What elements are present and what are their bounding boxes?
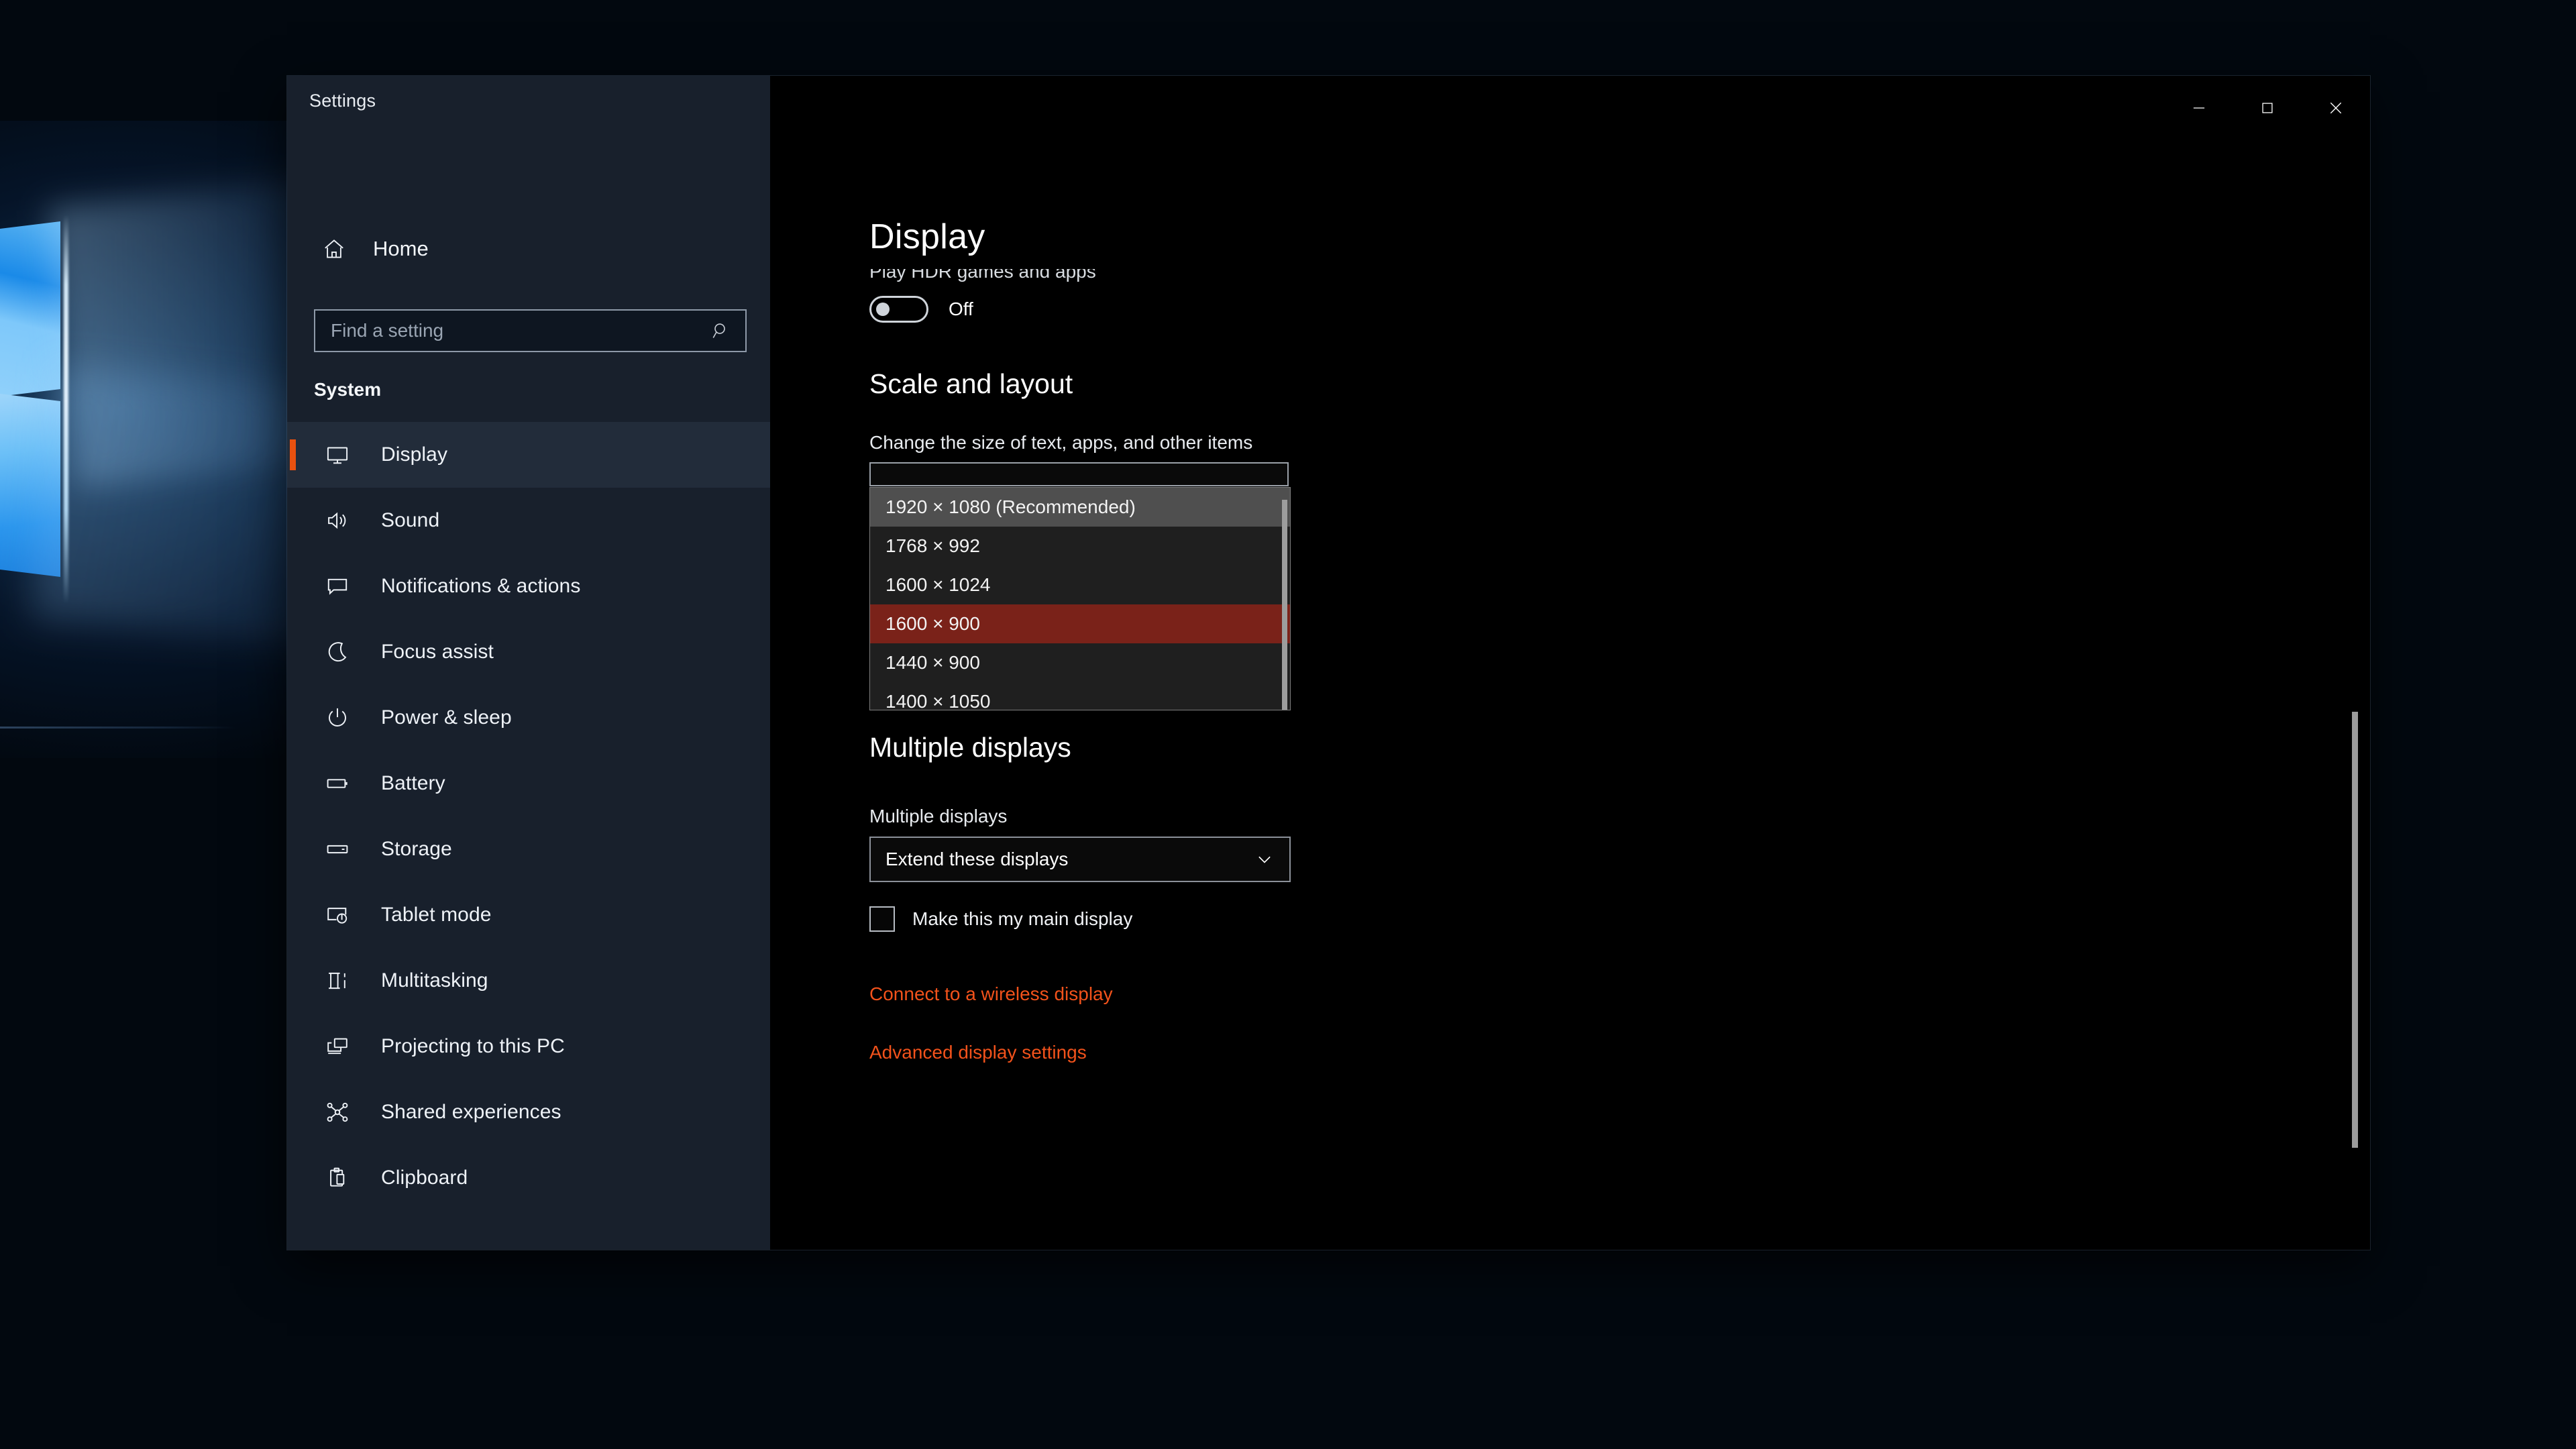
drive-icon [323, 835, 352, 863]
sidebar-item-label: Sound [381, 509, 440, 531]
resolution-option[interactable]: 1440 × 900 [870, 643, 1290, 682]
sidebar-item-label: Multitasking [381, 969, 488, 991]
speaker-icon [323, 506, 352, 535]
resolution-options: 1920 × 1080 (Recommended) 1768 × 992 160… [870, 488, 1290, 710]
sidebar-category-title: System [314, 379, 382, 400]
sidebar-item-home[interactable]: Home [297, 225, 759, 273]
monitor-icon [323, 441, 352, 469]
sidebar-home-label: Home [373, 237, 429, 260]
resolution-field-label: Change the size of text, apps, and other… [869, 432, 1253, 453]
sidebar-item-label: Notifications & actions [381, 575, 581, 597]
sidebar-item-notifications-actions[interactable]: Notifications & actions [287, 553, 770, 619]
power-icon [323, 704, 352, 732]
desktop-horizon-line [0, 727, 236, 729]
sidebar-item-clipboard[interactable]: Clipboard [287, 1145, 770, 1211]
make-main-display-row[interactable]: Make this my main display [869, 906, 1132, 932]
moon-icon [323, 638, 352, 666]
scale-and-layout-heading: Scale and layout [869, 368, 1073, 399]
sidebar-item-label: Tablet mode [381, 904, 492, 926]
maximize-button[interactable] [2233, 76, 2302, 140]
sidebar-item-label: Projecting to this PC [381, 1035, 565, 1057]
sidebar-item-label: Shared experiences [381, 1101, 561, 1123]
toggle-knob [876, 303, 890, 316]
close-button[interactable] [2302, 76, 2370, 140]
sidebar-item-label: Focus assist [381, 641, 494, 663]
sidebar-item-projecting-to-this-pc[interactable]: Projecting to this PC [287, 1014, 770, 1079]
make-main-display-checkbox[interactable] [869, 906, 895, 932]
sidebar-item-storage[interactable]: Storage [287, 816, 770, 882]
clipboard-icon [323, 1164, 352, 1192]
hdr-toggle-state-label: Off [949, 299, 973, 319]
multiple-displays-selected-value: Extend these displays [885, 849, 1069, 869]
sidebar-item-battery[interactable]: Battery [287, 751, 770, 816]
window-controls [2165, 76, 2370, 140]
logo-pane-top [0, 221, 60, 402]
chevron-down-icon [1253, 848, 1276, 871]
resolution-option[interactable]: 1920 × 1080 (Recommended) [870, 488, 1290, 527]
dropdown-scrollbar-thumb[interactable] [1282, 500, 1287, 710]
advanced-display-settings-link[interactable]: Advanced display settings [869, 1042, 1087, 1063]
app-title: Settings [309, 91, 376, 111]
connect-wireless-display-link[interactable]: Connect to a wireless display [869, 983, 1113, 1005]
multiple-displays-field-label: Multiple displays [869, 806, 1008, 826]
sidebar-item-multitasking[interactable]: Multitasking [287, 948, 770, 1014]
multitasking-icon [323, 967, 352, 995]
multiple-displays-heading: Multiple displays [869, 732, 1071, 763]
sidebar-item-sound[interactable]: Sound [287, 488, 770, 553]
content-scroll-viewport: Play HDR games and apps Off Scale and la… [770, 269, 2370, 1250]
home-icon [321, 235, 347, 262]
sidebar-item-tablet-mode[interactable]: Tablet mode [287, 882, 770, 948]
search-placeholder: Find a setting [331, 320, 444, 341]
settings-sidebar: Settings Home Find a setting System Disp… [287, 76, 770, 1250]
resolution-combobox[interactable] [869, 462, 1289, 486]
minimize-button[interactable] [2165, 76, 2233, 140]
hdr-toggle-switch[interactable] [869, 296, 928, 323]
chat-bubble-icon [323, 572, 352, 600]
content-scrollbar-thumb[interactable] [2352, 712, 2358, 1148]
sidebar-item-label: Storage [381, 838, 452, 860]
project-screen-icon [323, 1032, 352, 1061]
share-nodes-icon [323, 1098, 352, 1126]
resolution-option-selected[interactable]: 1600 × 900 [870, 604, 1290, 643]
sidebar-item-display[interactable]: Display [287, 422, 770, 488]
sidebar-item-focus-assist[interactable]: Focus assist [287, 619, 770, 685]
resolution-option[interactable]: 1768 × 992 [870, 527, 1290, 566]
resolution-option[interactable]: 1400 × 1050 [870, 682, 1290, 710]
sidebar-item-label: Display [381, 443, 448, 466]
battery-icon [323, 769, 352, 798]
resolution-option[interactable]: 1600 × 1024 [870, 566, 1290, 604]
sidebar-item-label: Clipboard [381, 1167, 468, 1189]
page-title: Display [869, 217, 985, 256]
sidebar-item-label: Battery [381, 772, 445, 794]
make-main-display-label: Make this my main display [912, 908, 1133, 929]
hdr-toggle-row: Off [869, 296, 973, 323]
hdr-section-label-clipped: Play HDR games and apps [869, 269, 1096, 282]
settings-window: Settings Home Find a setting System Disp… [287, 76, 2370, 1250]
sidebar-nav-list: Display Sound Notifications & actions Fo… [287, 422, 770, 1211]
search-icon[interactable] [708, 317, 735, 344]
search-input[interactable]: Find a setting [314, 309, 747, 352]
sidebar-item-label: Power & sleep [381, 706, 512, 729]
multiple-displays-combobox[interactable]: Extend these displays [869, 837, 1291, 882]
tablet-touch-icon [323, 901, 352, 929]
sidebar-item-shared-experiences[interactable]: Shared experiences [287, 1079, 770, 1145]
sidebar-item-power-sleep[interactable]: Power & sleep [287, 685, 770, 751]
settings-content-pane: Display Play HDR games and apps Off Scal… [770, 76, 2370, 1250]
resolution-dropdown-list[interactable]: 1920 × 1080 (Recommended) 1768 × 992 160… [869, 487, 1291, 710]
